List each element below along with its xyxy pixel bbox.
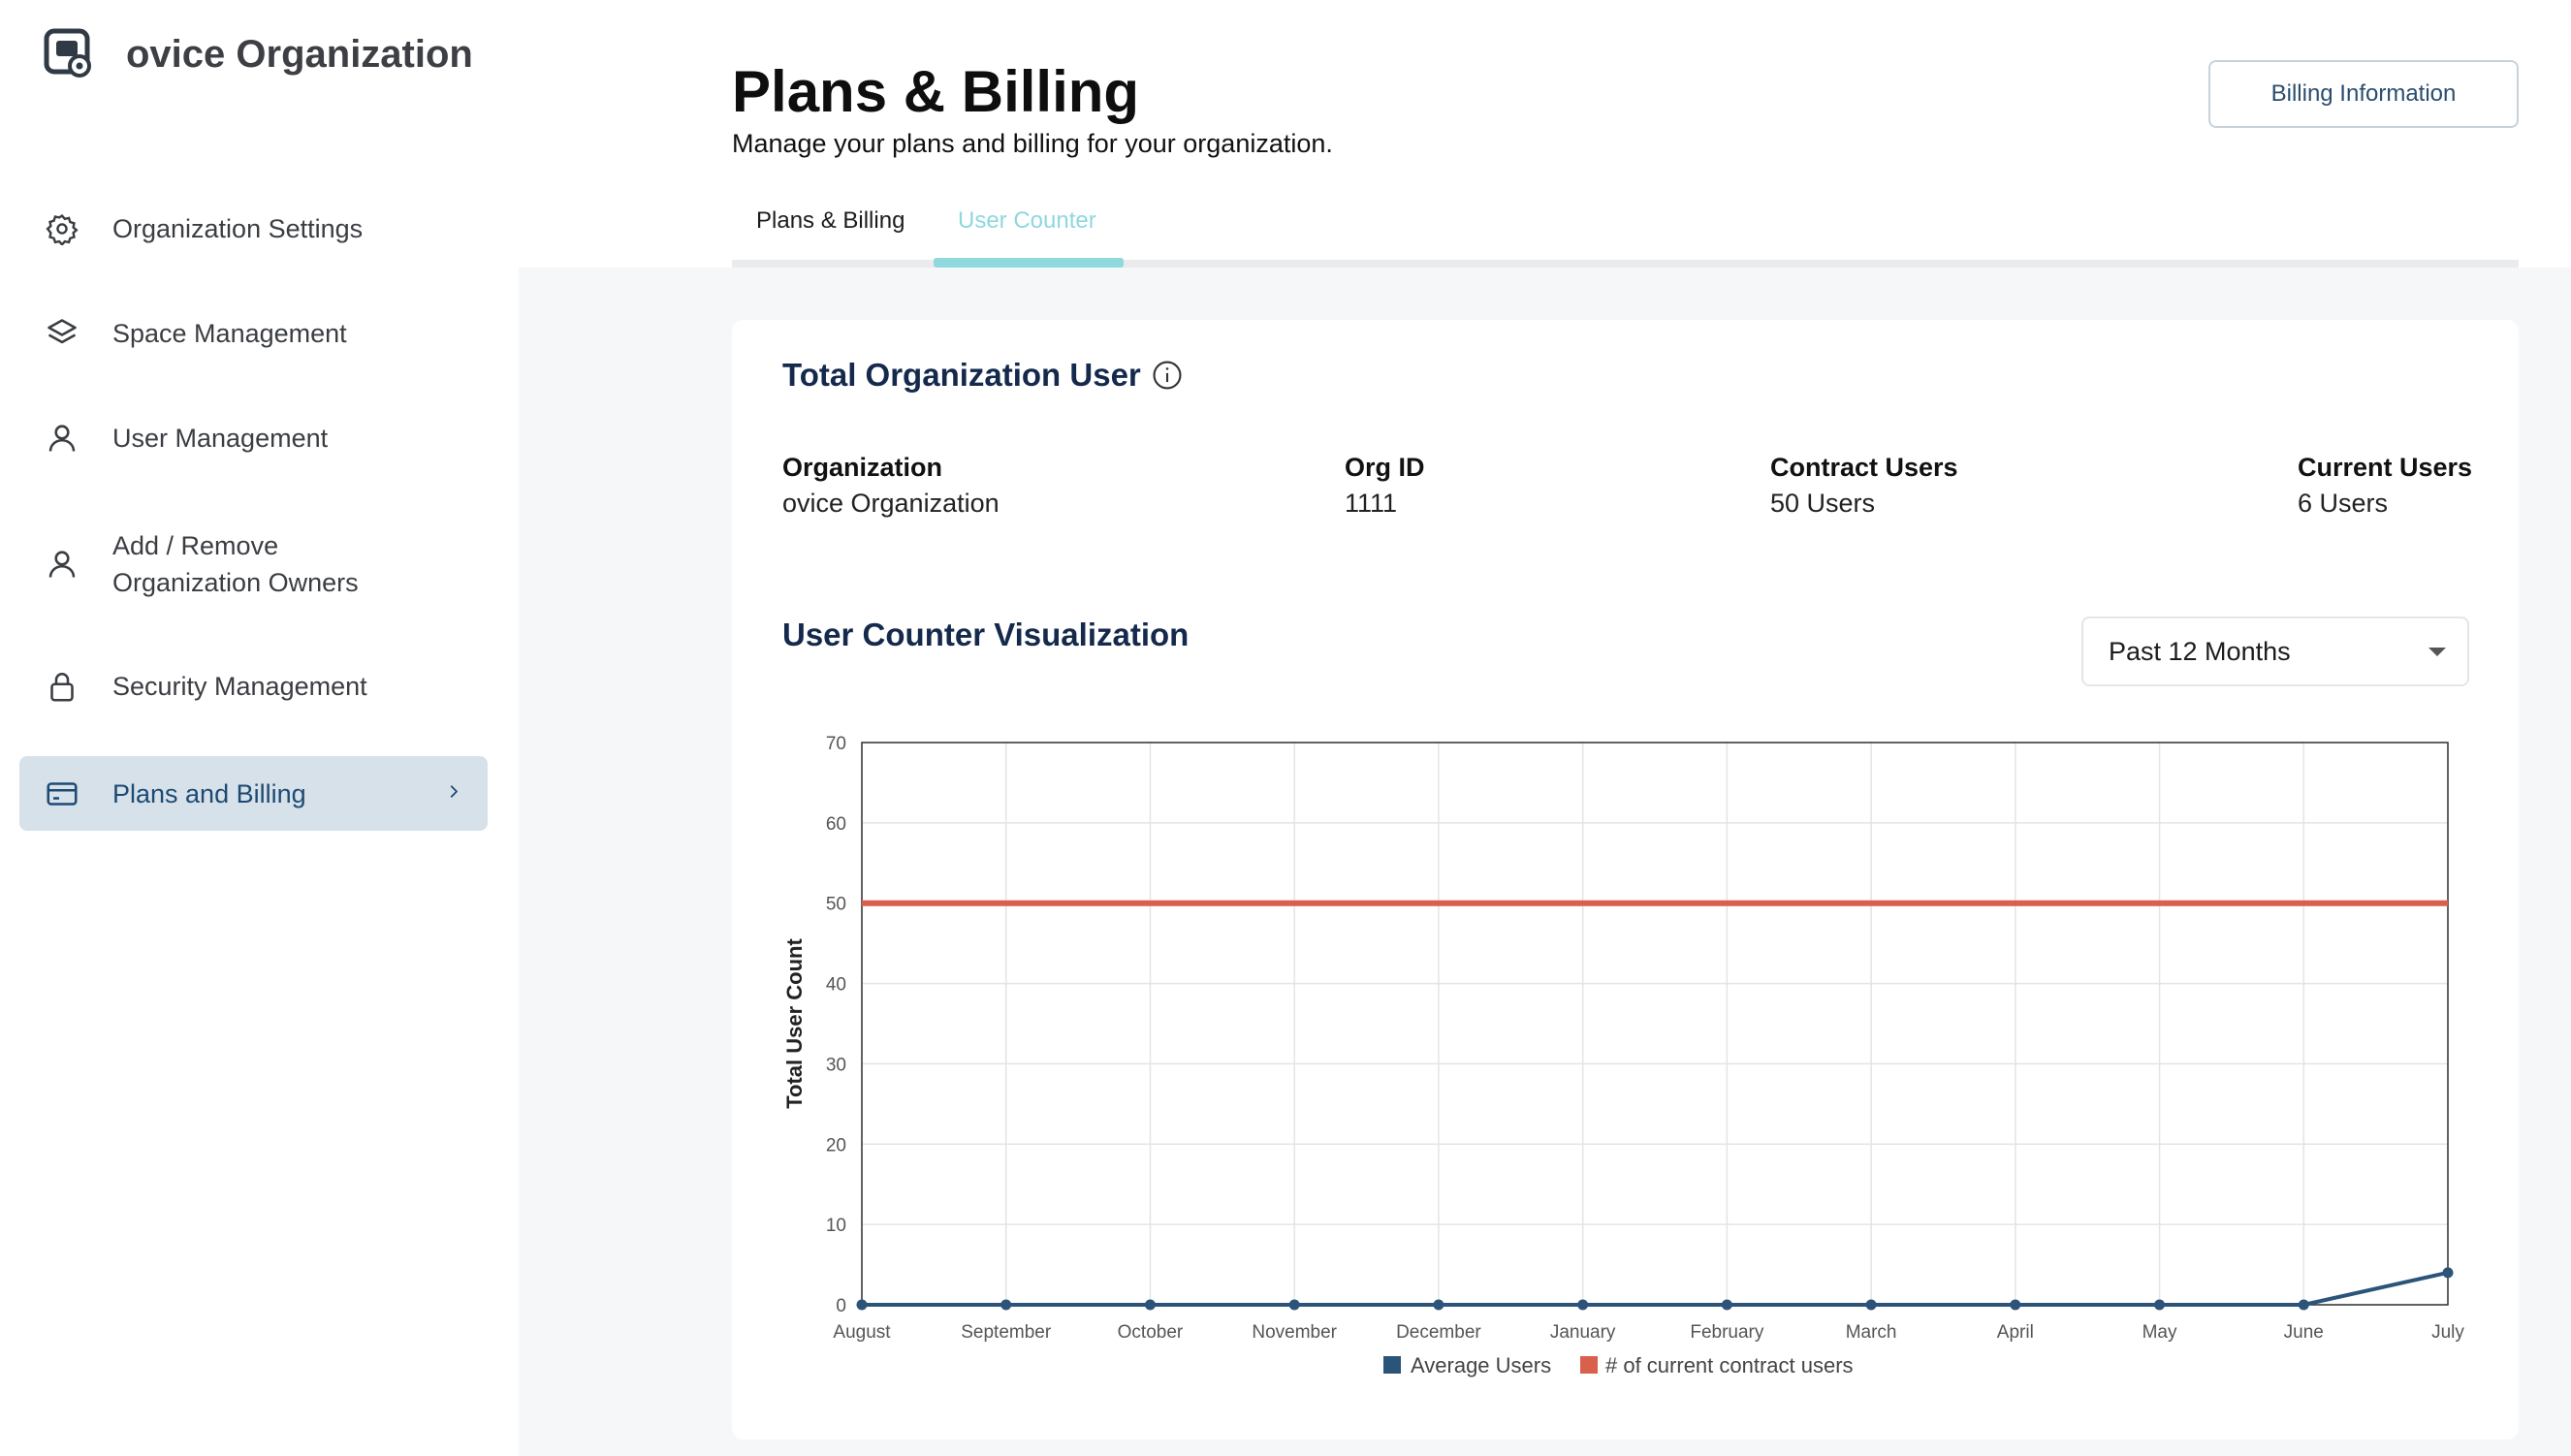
sidebar-item-label: User Management xyxy=(112,424,329,453)
billing-information-button[interactable]: Billing Information xyxy=(2208,60,2519,128)
tab-plans-billing[interactable]: Plans & Billing xyxy=(756,207,905,235)
sidebar-item-label: Add / Remove Organization Owners xyxy=(112,531,359,597)
x-tick-label: May xyxy=(2142,1322,2177,1343)
org-header[interactable]: ovice Organization xyxy=(43,25,473,83)
x-tick-label: March xyxy=(1846,1322,1897,1343)
x-tick-label: August xyxy=(833,1322,891,1343)
data-point-average-users xyxy=(1577,1299,1589,1311)
org-logo-icon xyxy=(43,27,97,81)
tab-user-counter[interactable]: User Counter xyxy=(958,207,1096,235)
chevron-right-icon xyxy=(445,782,462,805)
y-tick-label: 40 xyxy=(826,975,846,996)
data-point-average-users xyxy=(2154,1299,2166,1311)
sidebar-item-user-management[interactable]: User Management xyxy=(19,415,488,461)
gear-icon xyxy=(43,209,81,248)
series-line-average-users xyxy=(862,1270,2449,1307)
data-point-average-users xyxy=(1000,1299,1012,1311)
data-point-average-users xyxy=(1865,1299,1877,1311)
data-point-average-users xyxy=(2442,1267,2454,1279)
data-point-average-users xyxy=(856,1299,868,1311)
x-tick-label: September xyxy=(961,1322,1052,1343)
sidebar-item-label: Plans and Billing xyxy=(112,778,306,808)
sidebar-item-plans-and-billing[interactable]: Plans and Billing xyxy=(19,756,488,831)
sidebar-item-organization-settings[interactable]: Organization Settings xyxy=(19,206,488,252)
sidebar-item-organization-owners[interactable]: Add / Remove Organization Owners xyxy=(19,523,488,605)
user-counter-chart: 0 10 20 30 40 50 60 70 August September October Nov… xyxy=(782,734,2464,1377)
y-tick-label: 10 xyxy=(826,1216,846,1236)
sidebar: ovice Organization Organization Settings… xyxy=(0,0,519,1456)
x-tick-label: November xyxy=(1252,1322,1337,1343)
sidebar-item-label: Space Management xyxy=(112,319,347,348)
sidebar-item-space-management[interactable]: Space Management xyxy=(19,310,488,357)
sidebar-item-label: Organization Settings xyxy=(112,214,364,243)
x-tick-label: April xyxy=(1997,1322,2034,1343)
data-point-average-users xyxy=(1721,1299,1732,1311)
tab-bar: Plans & Billing User Counter xyxy=(732,194,2519,268)
y-tick-label: 50 xyxy=(826,895,846,915)
data-point-average-users xyxy=(1144,1299,1156,1311)
y-axis-label: Total User Count xyxy=(782,938,807,1109)
legend-swatch-average-users xyxy=(1383,1356,1401,1374)
data-point-average-users xyxy=(2298,1299,2309,1311)
y-tick-label: 30 xyxy=(826,1055,846,1075)
plot-border xyxy=(861,742,2449,1306)
y-tick-label: 70 xyxy=(826,734,846,754)
sidebar-item-label: Security Management xyxy=(112,672,367,701)
x-tick-label: January xyxy=(1550,1322,1616,1343)
credit-card-icon xyxy=(43,775,81,813)
user-icon xyxy=(43,545,81,584)
page-subtitle: Manage your plans and billing for your o… xyxy=(732,129,1333,158)
layers-icon xyxy=(43,314,81,353)
x-tick-label: February xyxy=(1690,1322,1764,1343)
data-point-average-users xyxy=(2010,1299,2021,1311)
y-tick-label: 0 xyxy=(836,1296,846,1316)
x-tick-label: July xyxy=(2431,1322,2464,1343)
y-tick-label: 60 xyxy=(826,814,846,835)
sidebar-item-security-management[interactable]: Security Management xyxy=(19,663,488,710)
data-point-average-users xyxy=(1433,1299,1444,1311)
x-tick-label: June xyxy=(2284,1322,2324,1343)
lock-icon xyxy=(43,667,81,706)
legend-label-contract-users: # of current contract users xyxy=(1605,1353,1854,1377)
x-tick-label: December xyxy=(1396,1322,1481,1343)
active-tab-indicator xyxy=(934,258,1124,268)
user-icon xyxy=(43,419,81,458)
legend-swatch-contract-users xyxy=(1580,1356,1598,1374)
org-name: ovice Organization xyxy=(126,32,473,76)
legend-label-average-users: Average Users xyxy=(1411,1353,1551,1377)
data-point-average-users xyxy=(1288,1299,1300,1311)
y-tick-label: 20 xyxy=(826,1135,846,1155)
x-tick-label: October xyxy=(1118,1322,1184,1343)
page-title: Plans & Billing xyxy=(732,59,1140,124)
